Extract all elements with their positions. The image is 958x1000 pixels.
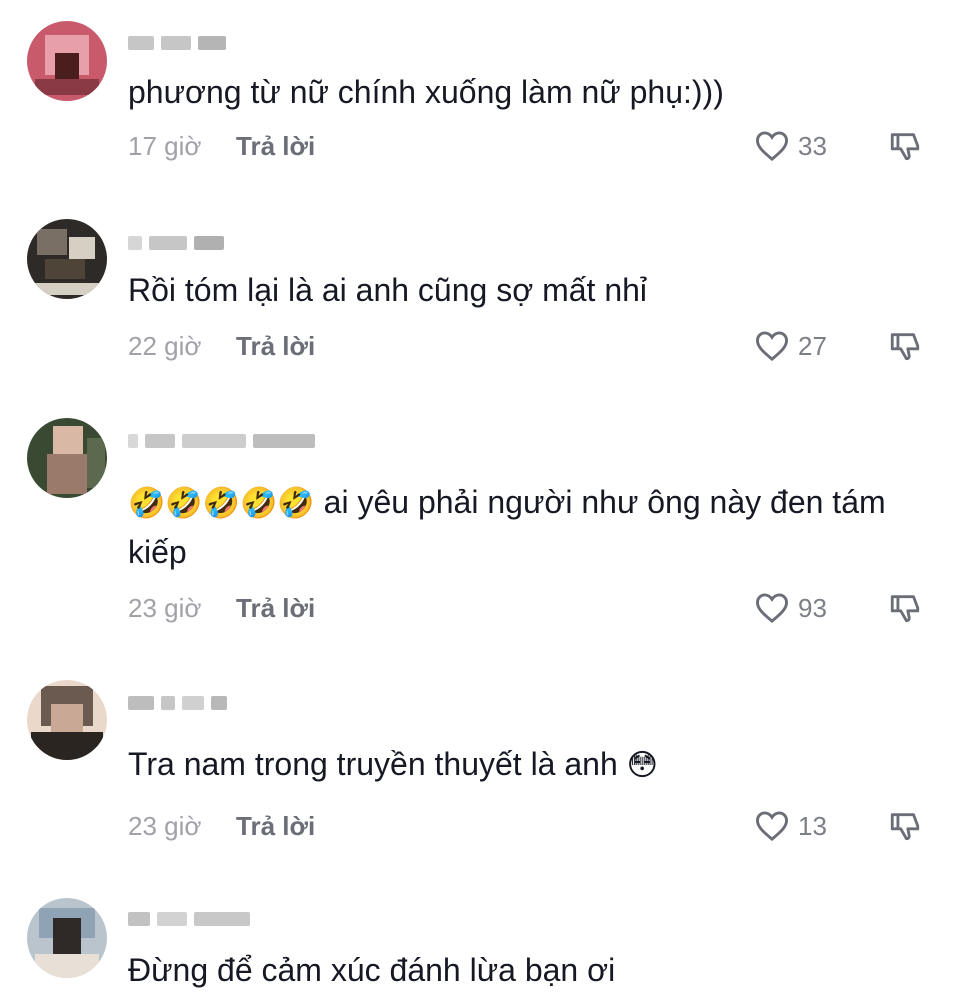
avatar[interactable] [27, 21, 107, 101]
like-count: 27 [798, 331, 827, 361]
reply-button[interactable]: Trả lời [236, 588, 315, 628]
reply-button[interactable]: Trả lời [236, 126, 315, 166]
reply-button[interactable]: Trả lời [236, 806, 315, 846]
like-count: 13 [798, 811, 827, 841]
comment-text: Đừng để cảm xúc đánh lừa bạn ơi [128, 952, 616, 988]
like-count: 33 [798, 131, 827, 161]
heart-icon[interactable] [754, 592, 790, 624]
username-redacted[interactable] [128, 906, 250, 932]
avatar[interactable] [27, 219, 107, 299]
comment-meta: 23 giờ Trả lời 13 [128, 806, 958, 846]
dislike-icon[interactable] [888, 129, 922, 163]
comment-meta: 22 giờ Trả lời 27 [128, 326, 958, 366]
username-redacted[interactable] [128, 230, 224, 256]
dislike-icon[interactable] [888, 809, 922, 843]
avatar[interactable] [27, 898, 107, 978]
dislike-icon[interactable] [888, 329, 922, 363]
comment-text: 🤣🤣🤣🤣🤣 ai yêu phải người như ông này đen … [128, 484, 886, 570]
username-redacted[interactable] [128, 30, 226, 56]
comment-text: Tra nam trong truyền thuyết là anh 😳 [128, 746, 658, 783]
comment-meta: 23 giờ Trả lời 93 [128, 588, 958, 628]
username-redacted[interactable] [128, 690, 227, 716]
rofl-emoji: 🤣🤣🤣🤣🤣 [128, 486, 315, 521]
flushed-emoji: 😳 [626, 748, 658, 783]
comment-time: 17 giờ [128, 131, 202, 161]
dislike-icon[interactable] [888, 591, 922, 625]
username-redacted[interactable] [128, 428, 315, 454]
heart-icon[interactable] [754, 330, 790, 362]
comment-time: 23 giờ [128, 811, 202, 841]
avatar[interactable] [27, 680, 107, 760]
heart-icon[interactable] [754, 130, 790, 162]
comment-meta: 17 giờ Trả lời 33 [128, 126, 958, 166]
comment-text: phương từ nữ chính xuống làm nữ phụ:))) [128, 74, 724, 110]
comment-text: Rồi tóm lại là ai anh cũng sợ mất nhỉ [128, 272, 648, 308]
comment-time: 23 giờ [128, 593, 202, 623]
like-count: 93 [798, 593, 827, 623]
reply-button[interactable]: Trả lời [236, 326, 315, 366]
avatar[interactable] [27, 418, 107, 498]
comment-time: 22 giờ [128, 331, 202, 361]
heart-icon[interactable] [754, 810, 790, 842]
